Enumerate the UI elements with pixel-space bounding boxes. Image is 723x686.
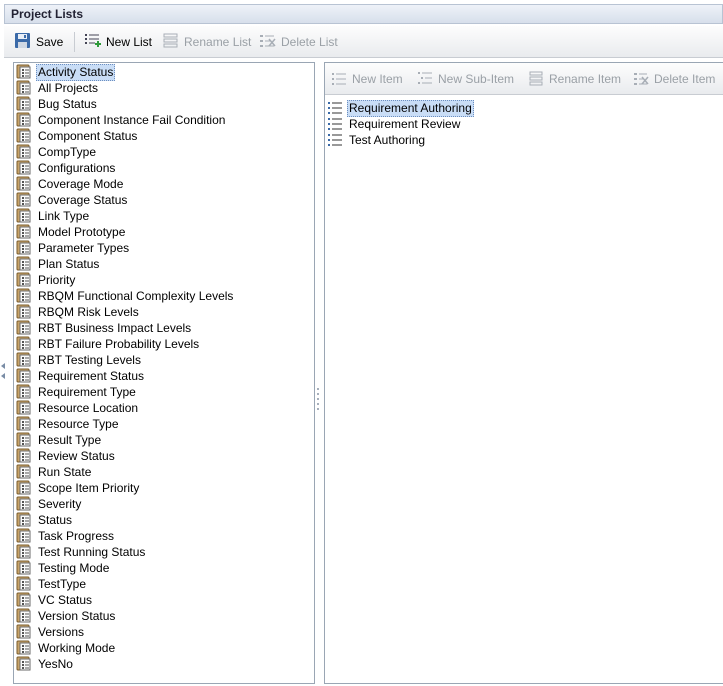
delete-list-button[interactable]: Delete List [259,26,338,58]
list-item[interactable]: Scope Item Priority [16,480,141,496]
rename-item-label: Rename Item [549,72,622,86]
window-title: Project Lists [4,4,723,24]
list-item-label: CompType [38,144,97,159]
list-item-label: Activity Status [36,63,116,81]
list-entry-label: Requirement Authoring [347,99,474,117]
delete-item-button[interactable]: Delete Item [633,63,715,95]
list-entry-icon [327,131,343,150]
list-item-entry[interactable]: Test Authoring [327,132,427,148]
list-item-label: RBQM Functional Complexity Levels [38,288,234,303]
list-item-label: Version Status [38,608,116,623]
list-item-label: All Projects [38,80,99,95]
list-item-entry[interactable]: Requirement Review [327,116,462,132]
save-label: Save [36,35,64,49]
new-item-button[interactable]: New Item [331,63,403,95]
new-list-label: New List [106,35,153,49]
list-item-label: Coverage Mode [38,176,124,191]
list-item[interactable]: Coverage Status [16,192,129,208]
list-item-label: RBT Business Impact Levels [38,320,192,335]
list-item-label: RBT Failure Probability Levels [38,336,200,351]
list-item-label: TestType [38,576,87,591]
list-item-label: Review Status [38,448,115,463]
list-item-label: YesNo [38,656,73,671]
delete-list-icon [259,32,276,52]
delete-list-label: Delete List [281,35,338,49]
save-icon [14,32,31,52]
list-item[interactable]: Model Prototype [16,224,127,240]
panel-splitter[interactable] [316,386,320,412]
list-item[interactable]: Component Status [16,128,139,144]
list-item[interactable]: RBT Failure Probability Levels [16,336,201,352]
list-item-label: Component Instance Fail Condition [38,112,226,127]
new-item-label: New Item [352,72,403,86]
new-item-icon [331,70,347,89]
list-item-label: Configurations [38,160,116,175]
rename-item-icon [528,70,544,89]
list-item[interactable]: Resource Location [16,400,140,416]
rename-list-icon [162,32,179,52]
collapse-left-arrow-icon[interactable] [0,360,6,384]
list-item-label: Requirement Status [38,368,145,383]
new-sub-item-icon [417,70,433,89]
list-item-label: Status [38,512,73,527]
list-item-label: Parameter Types [38,240,130,255]
list-entry-label: Requirement Review [349,116,461,131]
list-item-label: RBQM Risk Levels [38,304,139,319]
list-item-label: VC Status [38,592,93,607]
list-item-label: Bug Status [38,96,97,111]
list-item-label: Requirement Type [38,384,136,399]
list-item[interactable]: RBT Testing Levels [16,352,143,368]
list-item[interactable]: RBQM Functional Complexity Levels [16,288,235,304]
list-item[interactable]: Parameter Types [16,240,131,256]
list-item-label: Model Prototype [38,224,126,239]
delete-item-label: Delete Item [654,72,716,86]
list-item-label: Component Status [38,128,138,143]
list-item-label: Coverage Status [38,192,128,207]
rename-item-button[interactable]: Rename Item [528,63,621,95]
new-list-button[interactable]: New List [84,26,152,58]
list-item-label: Testing Mode [38,560,110,575]
list-entry-label: Test Authoring [349,132,426,147]
list-toolbar: Save New List Rename List Delete List [4,26,723,58]
list-item[interactable]: Requirement Status [16,368,146,384]
list-item[interactable]: Coverage Mode [16,176,125,192]
list-item-label: Link Type [38,208,90,223]
list-item-entry[interactable]: Requirement Authoring [327,99,474,117]
new-list-icon [84,32,101,52]
list-folder-icon [16,655,32,674]
project-lists-tree[interactable]: Activity Status All Projects Bug Status Com… [13,62,315,684]
list-item-label: Test Running Status [38,544,146,559]
new-sub-item-button[interactable]: New Sub-Item [417,63,514,95]
list-item-label: Working Mode [38,640,116,655]
list-item[interactable]: Test Running Status [16,544,147,560]
list-item[interactable]: Requirement Type [16,384,138,400]
list-item-label: Versions [38,624,85,639]
list-item-label: Severity [38,496,82,511]
items-toolbar: New Item New Sub-Item Rename Item Delete… [325,63,723,95]
list-item-label: Result Type [38,432,102,447]
new-sub-item-label: New Sub-Item [438,72,515,86]
list-item[interactable]: RBT Business Impact Levels [16,320,193,336]
save-button[interactable]: Save [14,26,63,58]
list-item-label: Plan Status [38,256,100,271]
rename-list-label: Rename List [184,35,252,49]
list-item-label: Task Progress [38,528,115,543]
toolbar-separator [74,32,75,52]
list-item[interactable]: YesNo [16,656,75,672]
list-item-label: Resource Location [38,400,139,415]
list-item-label: Resource Type [38,416,119,431]
list-item[interactable]: Component Instance Fail Condition [16,112,227,128]
list-item-label: Priority [38,272,76,287]
list-item-label: Scope Item Priority [38,480,140,495]
rename-list-button[interactable]: Rename List [162,26,251,58]
list-items-panel: New Item New Sub-Item Rename Item Delete… [324,62,723,684]
list-item-label: RBT Testing Levels [38,352,141,367]
delete-item-icon [633,70,649,89]
list-item-label: Run State [38,464,92,479]
list-item[interactable]: RBQM Risk Levels [16,304,141,320]
